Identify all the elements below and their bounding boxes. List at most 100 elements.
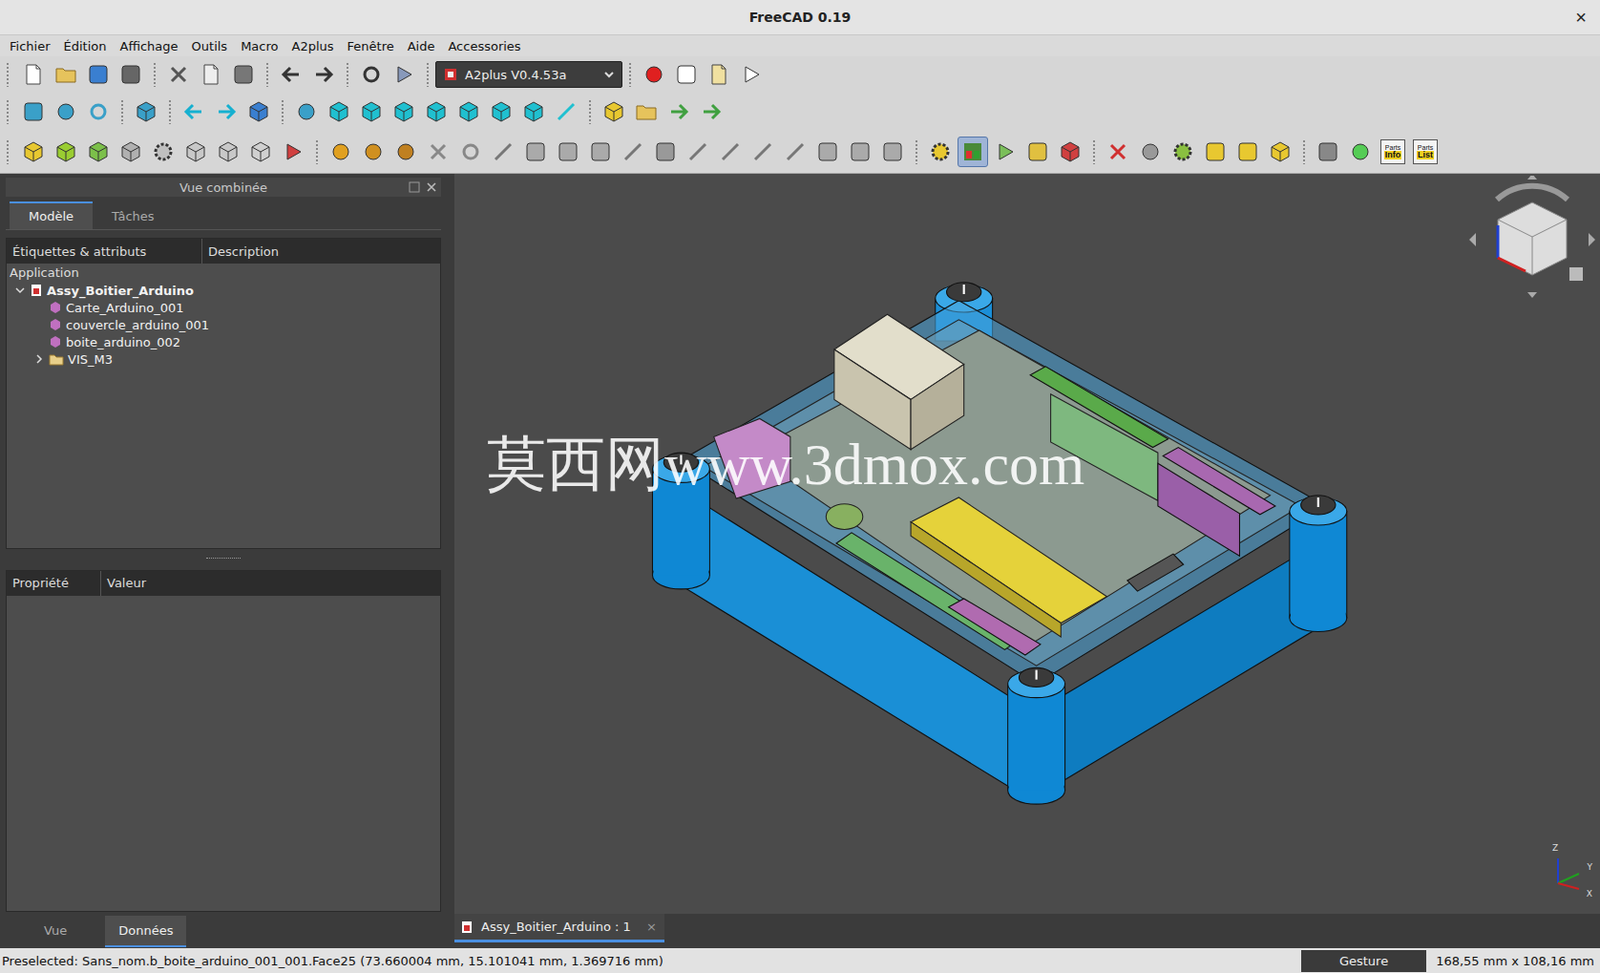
cad-updater-button[interactable]: [1264, 136, 1296, 168]
navigation-style-button[interactable]: Gesture: [1301, 949, 1427, 972]
3d-view[interactable]: 莫西网www.3dmox.com Z Y X: [454, 173, 1600, 914]
std-views-button[interactable]: [243, 96, 274, 127]
edit-shape-button[interactable]: [245, 136, 276, 168]
print-document-button[interactable]: [115, 59, 147, 90]
workbench-selector[interactable]: A2plus V0.4.53a: [435, 61, 623, 88]
back-button[interactable]: [178, 96, 210, 127]
record-macro-button[interactable]: [638, 59, 670, 90]
menu-item[interactable]: Outils: [186, 39, 234, 54]
axis-plane-normal-button[interactable]: [585, 136, 616, 168]
convert-part-button[interactable]: [180, 136, 211, 168]
search-button[interactable]: [1135, 136, 1166, 168]
zoom-button[interactable]: [291, 96, 322, 127]
menu-item[interactable]: Édition: [58, 39, 113, 54]
close-tab-button[interactable]: ×: [646, 919, 657, 934]
link-actions-button[interactable]: [695, 96, 727, 127]
draw-style-button[interactable]: [83, 96, 114, 127]
point-on-plane-button[interactable]: [390, 136, 422, 168]
menu-item[interactable]: Accessories: [442, 39, 527, 54]
edit-macro-button[interactable]: [703, 59, 735, 90]
toolbar-grip[interactable]: [5, 99, 10, 125]
float-icon[interactable]: [408, 181, 421, 193]
rear-view-button[interactable]: [453, 96, 485, 127]
solve-button[interactable]: [925, 136, 956, 168]
cut-button[interactable]: [163, 59, 194, 90]
update-parts-button[interactable]: [50, 136, 82, 168]
run-macro-button[interactable]: [736, 59, 767, 90]
column-header[interactable]: Propriété: [6, 570, 102, 596]
move-dragger-button[interactable]: [147, 136, 179, 168]
copy-button[interactable]: [195, 59, 227, 90]
axis-plane-parallel-button[interactable]: [552, 136, 584, 168]
sphere-center-button[interactable]: [422, 136, 454, 168]
forward-button[interactable]: [210, 96, 242, 127]
tree-item[interactable]: Carte_Arduino_001: [6, 298, 441, 316]
tree-item[interactable]: boite_arduino_002: [6, 333, 441, 351]
arduino-box-model[interactable]: [454, 173, 1600, 914]
tree-item[interactable]: VIS_M3: [6, 350, 441, 368]
plane-coincidence-button[interactable]: [844, 136, 876, 168]
plane-perpendicular-button[interactable]: [747, 136, 779, 168]
bottom-view-button[interactable]: [485, 96, 517, 127]
plane-angle-button[interactable]: [715, 136, 746, 168]
left-view-button[interactable]: [518, 96, 549, 127]
bounding-box-tool-button[interactable]: [1312, 136, 1344, 168]
flip-button[interactable]: [989, 136, 1021, 168]
refresh-button[interactable]: [356, 59, 387, 90]
menu-item[interactable]: Macro: [234, 39, 284, 54]
tree-item[interactable]: couvercle_arduino_001: [6, 315, 441, 334]
import-part-button[interactable]: [18, 136, 49, 168]
plane-coincident-button[interactable]: [617, 136, 649, 168]
vertical-splitter[interactable]: [444, 173, 455, 948]
create-part-button[interactable]: [598, 96, 630, 127]
combo-tab[interactable]: Modèle: [9, 201, 93, 230]
paste-button[interactable]: [228, 59, 259, 90]
measure-button[interactable]: [550, 96, 582, 127]
spherical-constraint-button[interactable]: [877, 136, 908, 168]
fit-selection-button[interactable]: [50, 96, 82, 127]
column-header[interactable]: Valeur: [101, 570, 441, 596]
undo-button[interactable]: [275, 59, 307, 90]
save-document-button[interactable]: [83, 59, 114, 90]
combo-tab[interactable]: Tâches: [92, 203, 174, 230]
whats-this-button[interactable]: [388, 59, 420, 90]
edit-part-button[interactable]: [212, 136, 244, 168]
recursive-update-button[interactable]: [1345, 136, 1376, 168]
bounding-box-button[interactable]: [130, 96, 162, 127]
top-view-button[interactable]: [388, 96, 420, 127]
document-tab[interactable]: Assy_Boitier_Arduino : 1 ×: [454, 913, 665, 943]
point-identity-button[interactable]: [325, 136, 357, 168]
menu-item[interactable]: Fenêtre: [341, 39, 400, 54]
shapes-list-button[interactable]: [1200, 136, 1231, 168]
property-tab[interactable]: Données: [105, 915, 187, 948]
open-document-button[interactable]: [50, 59, 82, 90]
axis-parallel-button[interactable]: [520, 136, 551, 168]
property-tab[interactable]: Vue: [5, 915, 106, 946]
parts-list-button[interactable]: Parts List: [1410, 136, 1441, 168]
move-part-button[interactable]: [115, 136, 147, 168]
close-panel-icon[interactable]: [425, 181, 438, 193]
show-dof-button[interactable]: [1167, 136, 1199, 168]
tree-item[interactable]: Assy_Boitier_Arduino: [6, 281, 441, 299]
planes-parallel-button[interactable]: [650, 136, 681, 168]
partial-processing-button[interactable]: [1022, 136, 1053, 168]
expand-arrow-icon[interactable]: [33, 354, 45, 364]
center-of-mass-button[interactable]: [812, 136, 843, 168]
stop-macro-button[interactable]: [671, 59, 702, 90]
close-button[interactable]: ×: [1569, 5, 1593, 30]
menu-item[interactable]: Fichier: [3, 39, 57, 54]
delete-constraints-button[interactable]: [1054, 136, 1086, 168]
column-header[interactable]: Description: [202, 238, 441, 264]
right-view-button[interactable]: [421, 96, 452, 127]
navigation-cube-icon[interactable]: [1468, 175, 1597, 304]
toolbar-grip[interactable]: [5, 62, 10, 87]
parts-info-button[interactable]: Parts Info: [1377, 136, 1409, 168]
panel-splitter[interactable]: [5, 548, 442, 570]
make-link-button[interactable]: [663, 96, 695, 127]
clear-constraints-button[interactable]: [1102, 136, 1134, 168]
axial-constraint-button[interactable]: [487, 136, 519, 168]
redo-button[interactable]: [308, 59, 339, 90]
toolbar-grip[interactable]: [5, 139, 10, 165]
new-document-button[interactable]: [18, 59, 49, 90]
menu-item[interactable]: A2plus: [285, 39, 339, 54]
